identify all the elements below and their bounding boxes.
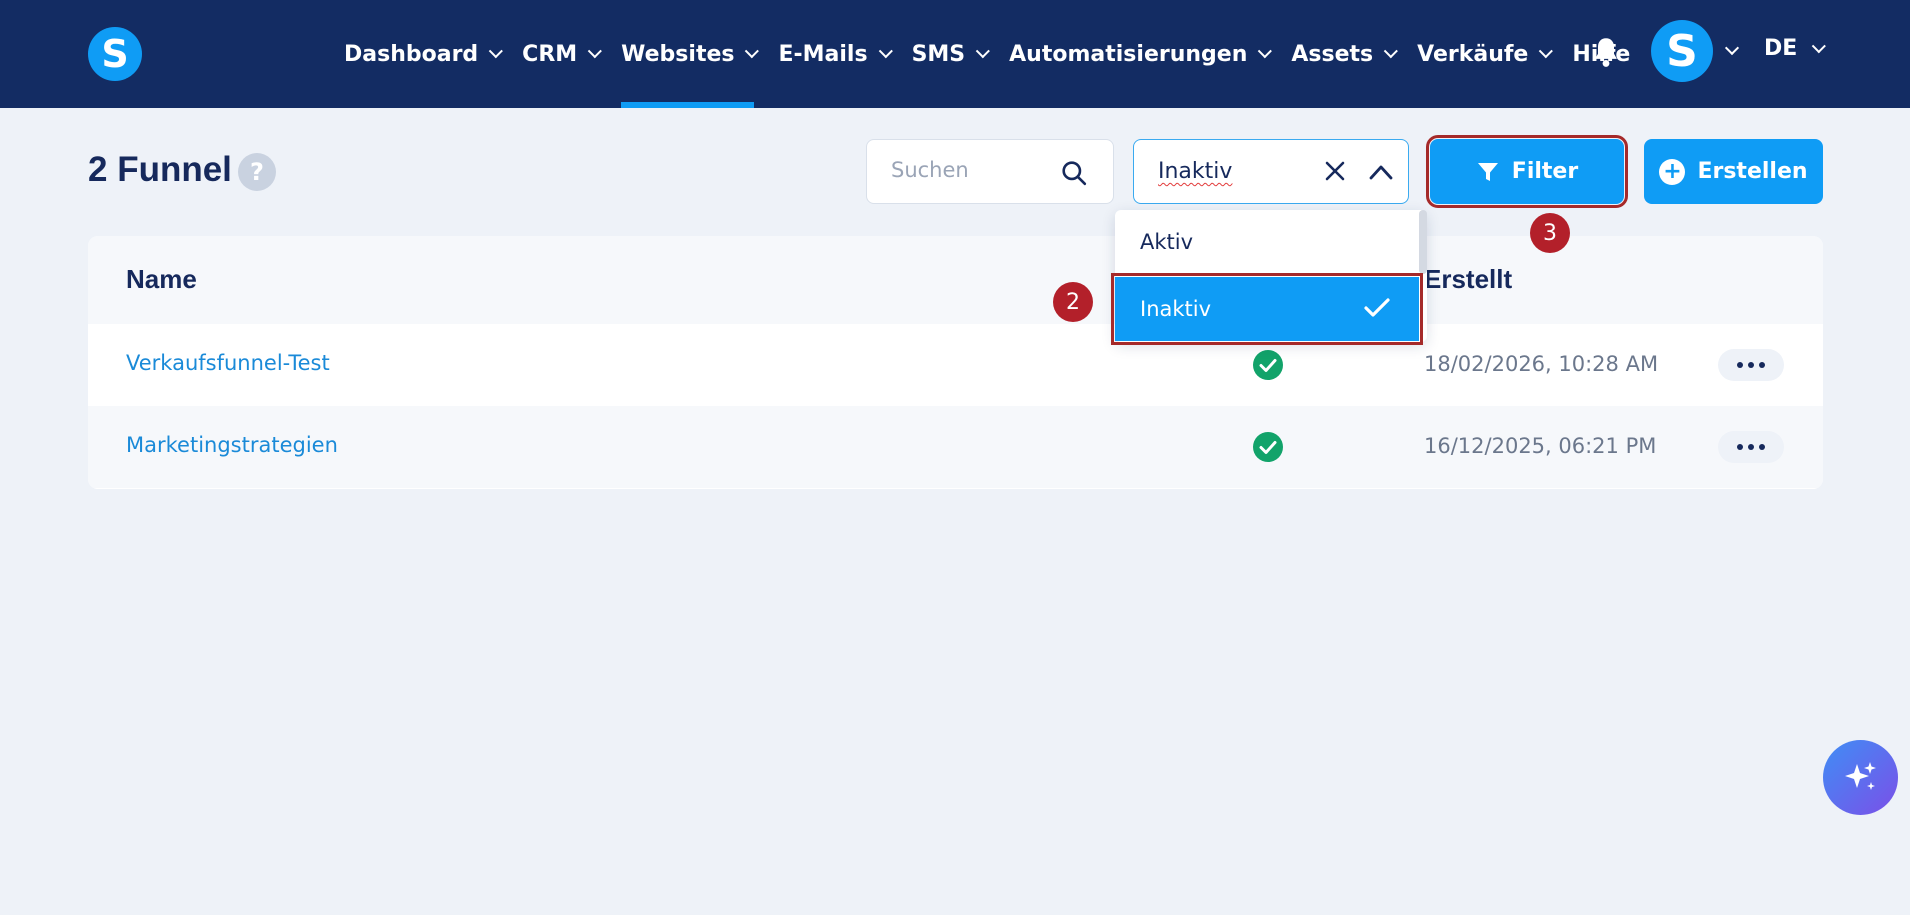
main-nav: Dashboard CRM Websites E-Mails SMS Autom… [344,0,1654,108]
nav-item-crm[interactable]: CRM [522,0,603,108]
dot-icon [1748,362,1754,368]
search-box[interactable] [866,139,1114,204]
dot-icon [1737,362,1743,368]
dropdown-option-aktiv[interactable]: Aktiv [1115,210,1419,274]
nav-item-label: Websites [621,41,735,67]
nav-item-emails[interactable]: E-Mails [778,0,893,108]
chevron-down-icon [745,44,760,59]
filter-button-label: Filter [1511,159,1579,184]
top-navigation-bar: S Dashboard CRM Websites E-Mails SMS Aut… [0,0,1910,108]
created-date: 18/02/2026, 10:28 AM [1424,352,1659,376]
funnel-name-link[interactable]: Verkaufsfunnel-Test [126,351,330,375]
step-badge-3: 3 [1530,213,1570,253]
option-label: Inaktiv [1140,297,1212,321]
funnel-icon [1477,162,1498,181]
more-options-button[interactable] [1718,431,1784,463]
nav-item-label: CRM [522,41,578,67]
check-circle-icon [1253,350,1283,380]
dot-icon [1748,444,1754,450]
table-header: Name Erstellt [88,236,1823,324]
nav-item-label: Assets [1291,41,1374,67]
dot-icon [1737,444,1743,450]
step-badge-2: 2 [1053,282,1093,322]
chevron-down-icon [1812,38,1827,53]
status-select-value: Inaktiv [1158,159,1233,184]
chevron-down-icon [975,44,991,59]
chevron-down-icon [1258,44,1273,59]
language-switcher[interactable]: DE [1764,36,1827,61]
bell-icon[interactable] [1592,36,1620,68]
status-dropdown-menu: Aktiv Inaktiv [1111,210,1427,345]
chevron-down-icon [1539,44,1554,59]
checkmark-icon [1364,298,1390,317]
nav-item-sms[interactable]: SMS [911,0,991,108]
status-select[interactable]: Inaktiv [1133,139,1409,204]
dropdown-option-inaktiv[interactable]: Inaktiv [1111,273,1423,345]
nav-item-websites[interactable]: Websites [621,0,760,108]
chevron-down-icon [1383,44,1399,59]
check-circle-icon [1253,432,1283,462]
nav-item-verkaeufe[interactable]: Verkäufe [1417,0,1554,108]
nav-item-automatisierungen[interactable]: Automatisierungen [1009,0,1273,108]
funnel-table: Name Erstellt Verkaufsfunnel-Test 18/02/… [88,236,1823,489]
user-avatar[interactable]: S [1651,20,1713,82]
ai-assistant-button[interactable] [1823,740,1898,815]
help-icon[interactable]: ? [238,153,276,191]
option-label: Aktiv [1140,230,1194,254]
chevron-down-icon [878,44,893,59]
nav-item-dashboard[interactable]: Dashboard [344,0,504,108]
nav-item-assets[interactable]: Assets [1291,0,1399,108]
more-options-button[interactable] [1718,349,1784,381]
page-title: 2 Funnel [88,150,232,189]
table-row: Verkaufsfunnel-Test 18/02/2026, 10:28 AM [88,324,1823,406]
chevron-down-icon [488,44,504,59]
nav-item-label: Verkäufe [1417,41,1529,67]
create-button-label: Erstellen [1697,159,1808,184]
dot-icon [1759,362,1765,368]
nav-item-label: Dashboard [344,41,479,67]
filter-button[interactable]: Filter [1426,135,1628,208]
chevron-down-icon [587,44,603,59]
created-date: 16/12/2025, 06:21 PM [1424,434,1657,458]
language-label: DE [1764,36,1798,61]
nav-item-label: SMS [911,41,966,67]
dot-icon [1759,444,1765,450]
column-header-created[interactable]: Erstellt [1424,264,1512,295]
sparkle-icon [1844,761,1876,790]
create-button[interactable]: + Erstellen [1644,139,1823,204]
dropdown-scrollbar[interactable] [1419,210,1427,274]
search-input[interactable] [891,158,1051,182]
chevron-up-icon[interactable] [1368,161,1394,183]
close-icon[interactable] [1324,160,1346,182]
search-icon[interactable] [1061,160,1087,186]
app-logo[interactable]: S [88,27,142,81]
plus-circle-icon: + [1659,158,1686,185]
table-row: Marketingstrategien 16/12/2025, 06:21 PM [88,406,1823,488]
nav-item-label: E-Mails [778,41,868,67]
nav-item-label: Automatisierungen [1009,41,1248,67]
chevron-down-icon[interactable] [1724,40,1740,56]
column-header-name[interactable]: Name [126,264,197,295]
funnel-name-link[interactable]: Marketingstrategien [126,433,338,457]
